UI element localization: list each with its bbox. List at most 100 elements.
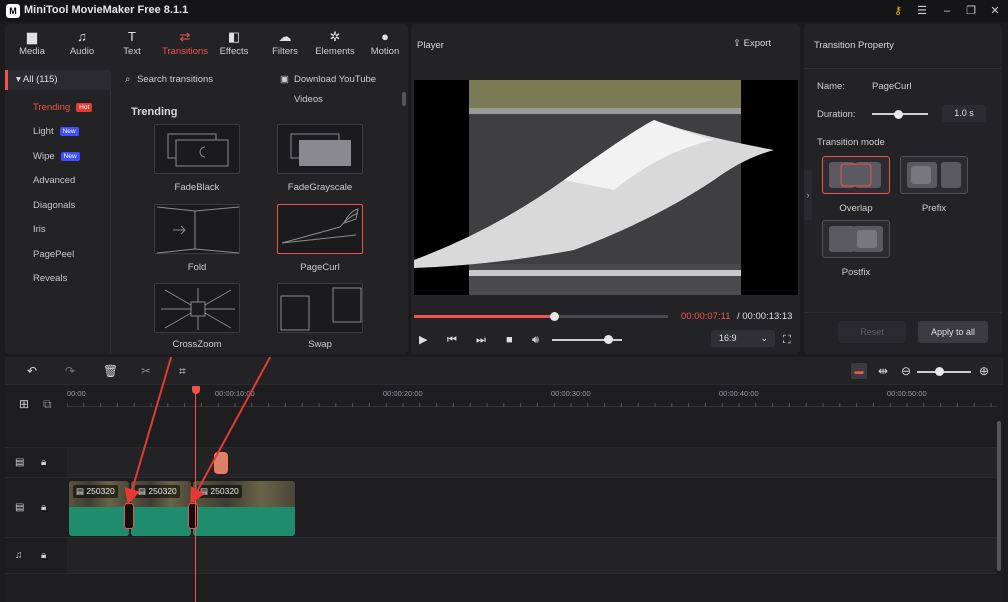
motion-icon: ● (381, 29, 389, 44)
add-track-icon[interactable]: ⊞ (19, 397, 29, 411)
undo-icon[interactable]: ↶ (27, 363, 37, 379)
transition-thumb-fadeblack[interactable] (154, 124, 240, 174)
fit-timeline-icon[interactable]: ⇹ (878, 363, 888, 379)
transition-marker[interactable] (124, 503, 134, 529)
timeline-scrollbar[interactable] (997, 421, 1001, 571)
library-scrollbar[interactable] (402, 92, 406, 106)
mode-overlap[interactable] (822, 156, 890, 194)
export-button[interactable]: ⇪ Export (733, 38, 771, 49)
transition-label: FadeBlack (174, 182, 220, 193)
transition-drop-indicator[interactable] (214, 452, 228, 474)
fullscreen-icon[interactable]: ⛶ (783, 334, 791, 346)
video-clip[interactable]: ▤ 250320 (131, 481, 191, 536)
duration-label: Duration: (817, 109, 856, 120)
volume-handle[interactable] (604, 335, 613, 344)
crop-icon[interactable]: ⌗ (179, 363, 186, 379)
collapse-panel-handle[interactable]: › (804, 170, 812, 220)
maximize-icon[interactable]: ❐ (961, 3, 981, 19)
playback-progress-fill (414, 315, 554, 318)
tab-audio[interactable]: ♫ Audio (58, 28, 106, 64)
apply-to-all-button[interactable]: Apply to all (918, 321, 988, 343)
transition-label: CrossZoom (172, 339, 222, 350)
hot-badge: Hot (76, 102, 93, 112)
play-icon[interactable]: ▶ (419, 334, 427, 346)
close-icon[interactable]: ✕ (985, 3, 1005, 19)
track-pip (67, 448, 997, 478)
video-clip[interactable]: ▤ 250320 (193, 481, 295, 536)
new-badge: New (60, 151, 80, 161)
library-tabs: ▆ Media ♫ Audio T Text ⇄ Transitions ◧ Effect… (5, 24, 408, 66)
snap-icon[interactable]: ▬ (851, 363, 867, 379)
lock-icon[interactable]: 🔒︎ (41, 550, 46, 561)
pagecurl-icon (281, 208, 359, 244)
category-trending[interactable]: Trending Hot (33, 100, 93, 116)
music-icon: ♫ (77, 29, 87, 44)
total-time: / 00:00:13:13 (737, 311, 793, 322)
split-icon[interactable]: ✂ (141, 363, 151, 379)
category-iris[interactable]: Iris (33, 222, 46, 238)
minimize-icon[interactable]: – (937, 3, 957, 19)
search-input[interactable]: Search transitions (137, 74, 213, 85)
duration-input[interactable]: 1.0 s (942, 105, 986, 122)
next-frame-icon[interactable]: ⏭ (476, 334, 486, 346)
delete-icon[interactable]: 🗑︎ (103, 363, 118, 379)
youtube-icon[interactable]: ▣ (280, 70, 289, 90)
swap-icon (280, 287, 362, 331)
zoom-in-icon[interactable]: ⊕ (979, 363, 989, 379)
category-pagepeel[interactable]: PagePeel (33, 247, 74, 263)
track-audio (67, 538, 997, 574)
download-youtube-link[interactable]: Download YouTube Videos (294, 70, 402, 110)
category-reveals[interactable]: Reveals (33, 271, 67, 287)
playhead-line (195, 393, 196, 602)
playback-progress-handle[interactable] (549, 312, 559, 321)
postfix-icon (829, 226, 883, 252)
zoom-handle[interactable] (935, 367, 944, 376)
reset-button[interactable]: Reset (838, 321, 906, 343)
redo-icon[interactable]: ↷ (65, 363, 75, 379)
tab-filters[interactable]: ☁ Filters (261, 28, 309, 64)
transition-thumb-swap[interactable] (277, 283, 363, 333)
volume-icon[interactable]: 🔊︎ (532, 334, 539, 346)
copy-track-icon[interactable]: ⧉ (43, 397, 52, 412)
transition-thumb-fadegrayscale[interactable] (277, 124, 363, 174)
aspect-ratio-select[interactable]: 16:9 ⌄ (711, 330, 775, 347)
category-light[interactable]: Light New (33, 124, 79, 140)
mode-postfix[interactable] (822, 220, 890, 258)
mode-prefix[interactable] (900, 156, 968, 194)
video-clip[interactable]: ▤ 250320 (69, 481, 129, 536)
tab-effects[interactable]: ◧ Effects (210, 28, 258, 64)
key-icon[interactable]: ⚷ (888, 3, 908, 19)
text-icon: T (128, 29, 136, 44)
audio-waveform (69, 507, 129, 536)
timeline-ruler[interactable]: 00:00 00:00:10:00 00:00:20:00 00:00:30:0… (67, 387, 997, 407)
menu-icon[interactable]: ☰ (912, 3, 932, 19)
effects-icon: ◧ (227, 29, 241, 44)
audio-waveform (131, 507, 191, 536)
category-all[interactable]: ▾ All (115) (5, 70, 111, 90)
mode-label: Transition mode (817, 137, 885, 148)
tab-motion[interactable]: ● Motion (361, 28, 408, 64)
tab-media[interactable]: ▆ Media (8, 28, 56, 64)
track-header-audio: ♫ 🔒︎ (5, 538, 67, 574)
lock-icon[interactable]: 🔒︎ (41, 502, 46, 513)
transition-marker[interactable] (188, 503, 198, 529)
transition-thumb-fold[interactable] (154, 204, 240, 254)
previous-frame-icon[interactable]: ⏮ (447, 334, 457, 346)
category-diagonals[interactable]: Diagonals (33, 198, 75, 214)
duration-handle[interactable] (894, 110, 903, 119)
zoom-slider[interactable] (917, 371, 971, 373)
tab-transitions[interactable]: ⇄ Transitions (158, 28, 212, 64)
tab-elements[interactable]: ✲ Elements (311, 28, 359, 64)
category-advanced[interactable]: Advanced (33, 173, 75, 189)
film-icon: ▤ (15, 457, 25, 468)
transition-thumb-crosszoom[interactable] (154, 283, 240, 333)
playhead-handle[interactable] (192, 386, 200, 394)
track-header-video: ▤ 🔒︎ (5, 478, 67, 538)
zoom-out-icon[interactable]: ⊖ (901, 363, 911, 379)
transition-thumb-pagecurl[interactable] (277, 204, 363, 254)
stop-icon[interactable]: ■ (506, 334, 513, 346)
film-icon: ▤ (76, 486, 87, 496)
category-wipe[interactable]: Wipe New (33, 149, 80, 165)
lock-icon[interactable]: 🔒︎ (41, 457, 46, 468)
tab-text[interactable]: T Text (108, 28, 156, 64)
